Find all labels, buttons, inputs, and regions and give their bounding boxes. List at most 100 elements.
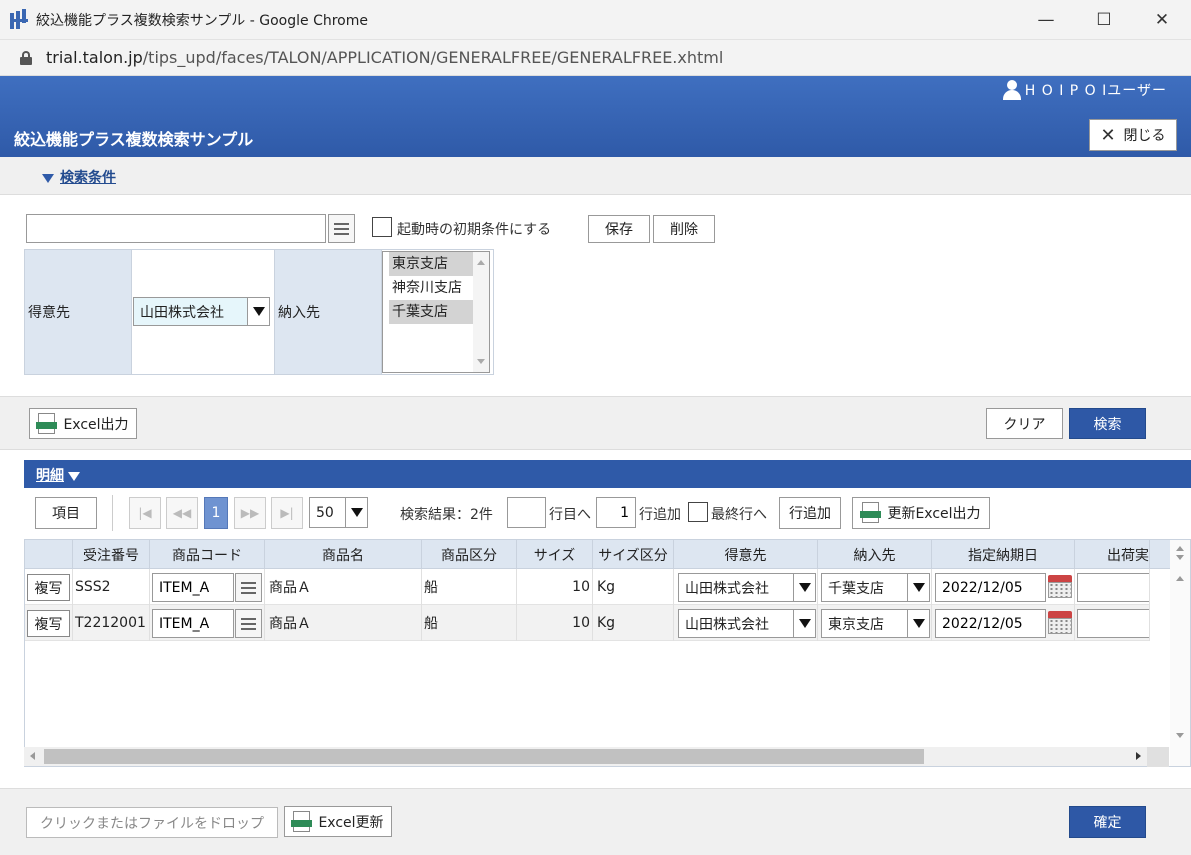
copy-button[interactable]: 複写 (27, 610, 70, 637)
item-name-cell: 商品Ａ (265, 605, 422, 641)
save-label: 保存 (605, 222, 633, 238)
current-page[interactable]: 1 (204, 497, 228, 529)
save-button[interactable]: 保存 (588, 215, 650, 243)
column-header[interactable]: 商品コード (150, 540, 265, 569)
update-excel-label: 更新Excel出力 (887, 506, 981, 522)
scroll-right-icon[interactable] (1136, 752, 1141, 760)
grid-horizontal-scrollbar[interactable] (24, 747, 1147, 766)
customer-cell: 山田株式会社 (674, 605, 818, 641)
page-title: 絞込機能プラス複数検索サンプル (14, 130, 254, 149)
due-date-cell (932, 605, 1075, 641)
customer-select[interactable]: 山田株式会社 (133, 297, 270, 326)
delivery-cell: 東京支店 (818, 605, 932, 641)
search-conditions-label: 検索条件 (60, 170, 116, 186)
copy-cell: 複写 (25, 569, 73, 605)
row-customer-select[interactable]: 山田株式会社 (678, 573, 816, 602)
column-header[interactable]: サイズ区分 (593, 540, 674, 569)
confirm-label: 確定 (1093, 815, 1122, 831)
add-row-button[interactable]: 行追加 (779, 497, 841, 529)
calendar-icon[interactable] (1048, 575, 1072, 599)
row-delivery-select[interactable]: 千葉支店 (821, 573, 930, 602)
file-dropzone[interactable]: クリックまたはファイルをドロップ (26, 807, 278, 838)
user-name: H O I P O Iユーザー (1024, 83, 1167, 99)
next-page-icon[interactable]: ▶▶ (234, 497, 266, 529)
window-controls: — ☐ ✕ (1017, 0, 1191, 40)
chevron-down-icon (907, 574, 929, 601)
excel-update-button[interactable]: Excel更新 (284, 806, 392, 837)
excel-export-button[interactable]: Excel出力 (29, 408, 137, 439)
triangle-down-icon (68, 471, 80, 481)
grid-header: 受注番号 商品コード 商品名 商品区分 サイズ サイズ区分 得意先 納入先 指定… (25, 540, 1190, 569)
dropzone-label: クリックまたはファイルをドロップ (40, 815, 264, 832)
startup-condition-label: 起動時の初期条件にする (397, 222, 552, 238)
first-page-icon[interactable]: |◀ (129, 497, 161, 529)
minimize-icon[interactable]: — (1017, 0, 1075, 40)
delivery-option[interactable]: 神奈川支店 (389, 276, 473, 300)
address-bar[interactable]: trial.talon.jp/tips_upd/faces/TALON/APPL… (0, 40, 1191, 76)
update-excel-button[interactable]: 更新Excel出力 (852, 497, 990, 529)
add-rows-label: 行追加 (639, 507, 681, 523)
scroll-left-icon[interactable] (30, 752, 35, 760)
page-size-select[interactable]: 50 (309, 497, 368, 528)
grid-vertical-scrollbar[interactable] (1170, 540, 1190, 766)
lock-icon (20, 50, 32, 65)
goto-row-input[interactable] (507, 497, 546, 528)
prev-page-icon[interactable]: ◀◀ (166, 497, 198, 529)
delete-button[interactable]: 削除 (653, 215, 715, 243)
condition-name-input[interactable] (26, 214, 326, 243)
column-header[interactable]: 納入先 (818, 540, 932, 569)
column-header[interactable]: 商品名 (265, 540, 422, 569)
close-button[interactable]: ✕ 閉じる (1089, 119, 1177, 151)
startup-condition-checkbox[interactable] (372, 217, 392, 237)
last-row-checkbox[interactable] (688, 502, 708, 522)
add-rows-input[interactable] (596, 497, 636, 528)
shipped-input[interactable] (1077, 609, 1149, 638)
delivery-option[interactable]: 東京支店 (389, 252, 473, 276)
detail-toggle[interactable]: 明細 (36, 465, 80, 485)
url[interactable]: trial.talon.jp/tips_upd/faces/TALON/APPL… (46, 48, 723, 67)
customer-label: 得意先 (24, 249, 132, 375)
chevron-down-icon (793, 574, 815, 601)
item-name-cell: 商品Ａ (265, 569, 422, 605)
size-cell: 10 (517, 569, 593, 605)
items-button[interactable]: 項目 (35, 497, 97, 529)
copy-button[interactable]: 複写 (27, 574, 70, 601)
detail-section-bar: 明細 (24, 460, 1191, 488)
row-delivery-select[interactable]: 東京支店 (821, 609, 930, 638)
search-conditions-toggle[interactable]: 検索条件 (42, 167, 116, 187)
result-count: 検索結果：2件 (400, 507, 493, 523)
column-header[interactable]: 指定納期日 (932, 540, 1075, 569)
item-code-list-button[interactable] (235, 573, 262, 602)
shipped-input[interactable] (1077, 573, 1149, 602)
due-date-input[interactable] (935, 573, 1046, 602)
row-customer-select[interactable]: 山田株式会社 (678, 609, 816, 638)
last-page-icon[interactable]: ▶| (271, 497, 303, 529)
search-button[interactable]: 検索 (1069, 408, 1146, 439)
maximize-icon[interactable]: ☐ (1075, 0, 1133, 40)
scroll-thumb[interactable] (44, 749, 924, 764)
confirm-button[interactable]: 確定 (1069, 806, 1146, 838)
column-header[interactable]: サイズ (517, 540, 593, 569)
column-header[interactable]: 得意先 (674, 540, 818, 569)
excel-icon (860, 502, 882, 524)
size-unit-cell: Kg (593, 569, 674, 605)
column-header[interactable]: 受注番号 (73, 540, 150, 569)
item-code-list-button[interactable] (235, 609, 262, 638)
detail-label: 明細 (36, 468, 64, 484)
listbox-scrollbar[interactable] (473, 252, 489, 372)
column-header[interactable]: 商品区分 (422, 540, 517, 569)
search-section-bar: 検索条件 (0, 157, 1191, 195)
detail-grid: 受注番号 商品コード 商品名 商品区分 サイズ サイズ区分 得意先 納入先 指定… (24, 539, 1191, 767)
delivery-option[interactable]: 千葉支店 (389, 300, 473, 324)
condition-list-button[interactable] (328, 214, 355, 243)
item-code-input[interactable] (152, 609, 234, 638)
row-customer-value: 山田株式会社 (685, 616, 769, 633)
delivery-listbox[interactable]: 東京支店 神奈川支店 千葉支店 (382, 251, 490, 373)
due-date-input[interactable] (935, 609, 1046, 638)
close-label: 閉じる (1123, 128, 1166, 144)
column-header[interactable]: 出荷実 (1075, 540, 1150, 569)
calendar-icon[interactable] (1048, 611, 1072, 635)
clear-button[interactable]: クリア (986, 408, 1063, 439)
close-window-icon[interactable]: ✕ (1133, 0, 1191, 40)
item-code-input[interactable] (152, 573, 234, 602)
